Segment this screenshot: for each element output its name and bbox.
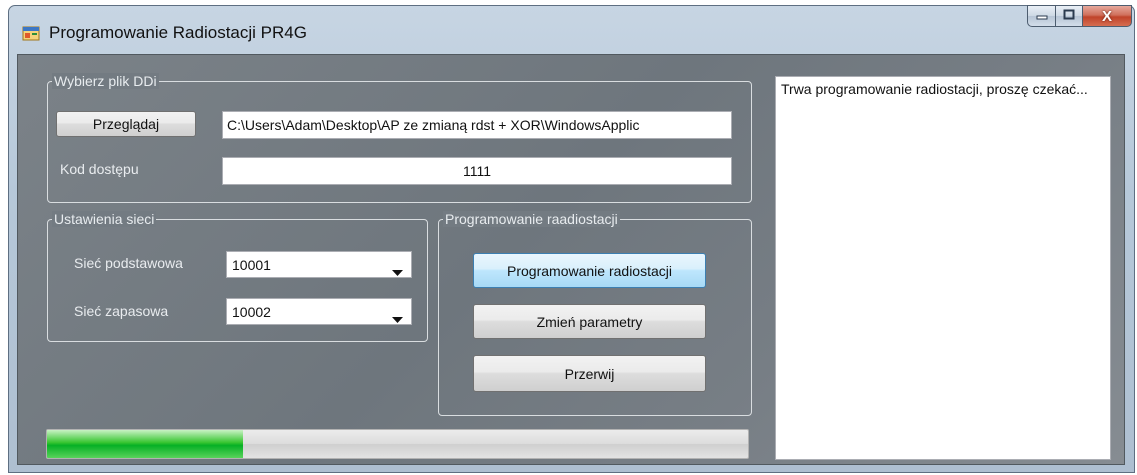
- app-window-icon: [22, 24, 40, 42]
- backup-network-value: 10002: [232, 304, 271, 320]
- caption-buttons: X: [1027, 5, 1132, 29]
- backup-network-select[interactable]: 10002: [226, 298, 412, 325]
- abort-button[interactable]: Przerwij: [473, 355, 706, 392]
- primary-network-value: 10001: [232, 257, 271, 273]
- access-code-field[interactable]: 1111: [222, 157, 732, 185]
- title-bar[interactable]: Programowanie Radiostacji PR4G X: [9, 5, 1134, 56]
- network-groupbox: Ustawienia sieci Sieć podstawowa 10001 S…: [47, 211, 428, 342]
- program-radio-button[interactable]: Programowanie radiostacji: [473, 253, 706, 288]
- close-button[interactable]: X: [1082, 5, 1132, 27]
- programming-groupbox: Programowanie raadiostacji Programowanie…: [438, 211, 752, 416]
- app-window: Programowanie Radiostacji PR4G X Wybierz…: [8, 5, 1135, 473]
- primary-network-select[interactable]: 10001: [226, 251, 412, 278]
- file-group-legend: Wybierz plik DDi: [52, 73, 159, 89]
- programming-group-legend: Programowanie raadiostacji: [443, 211, 620, 227]
- maximize-button[interactable]: [1055, 5, 1082, 27]
- change-parameters-button[interactable]: Zmień parametry: [473, 304, 706, 339]
- maximize-icon: [1063, 7, 1075, 25]
- chevron-down-icon: [392, 263, 403, 279]
- browse-button[interactable]: Przeglądaj: [56, 111, 196, 137]
- network-group-legend: Ustawienia sieci: [52, 211, 157, 227]
- programming-progress-bar: [46, 429, 749, 459]
- primary-network-label: Sieć podstawowa: [74, 255, 183, 271]
- access-code-label: Kod dostępu: [60, 161, 139, 177]
- window-title: Programowanie Radiostacji PR4G: [49, 23, 307, 42]
- file-path-field[interactable]: C:\Users\Adam\Desktop\AP ze zmianą rdst …: [222, 111, 732, 139]
- chevron-down-icon: [392, 310, 403, 326]
- status-log-textbox[interactable]: Trwa programowanie radiostacji, proszę c…: [775, 76, 1111, 460]
- minimize-button[interactable]: [1027, 5, 1055, 27]
- close-icon: X: [1101, 7, 1112, 25]
- minimize-icon: [1036, 7, 1048, 25]
- backup-network-label: Sieć zapasowa: [74, 303, 169, 319]
- file-groupbox: Wybierz plik DDi Przeglądaj C:\Users\Ada…: [47, 73, 752, 203]
- progress-fill: [47, 430, 244, 458]
- form-client-area: Wybierz plik DDi Przeglądaj C:\Users\Ada…: [17, 54, 1125, 465]
